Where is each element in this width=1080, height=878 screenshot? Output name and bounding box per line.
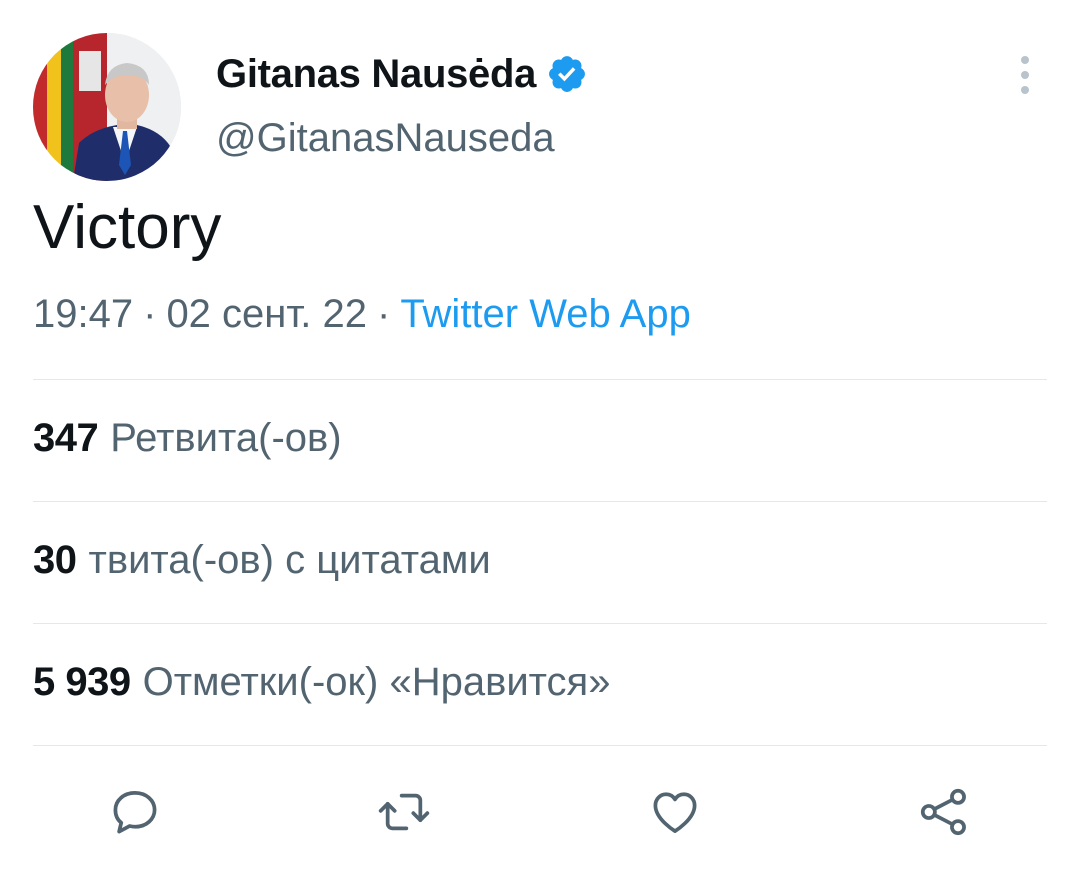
more-vertical-icon-dot (1021, 71, 1029, 79)
tweet-text: Victory (33, 193, 222, 262)
tweet-source-link[interactable]: Twitter Web App (400, 292, 691, 336)
verified-badge-icon (546, 53, 588, 95)
likes-label: Отметки(-ок) «Нравится» (142, 660, 611, 704)
quote-tweets-label: твита(-ов) с цитатами (88, 538, 491, 582)
meta-separator: · (376, 292, 391, 336)
tweet-detail: Gitanas Nausėda @GitanasNauseda Victory … (0, 0, 1080, 878)
author-name-row[interactable]: Gitanas Nausėda (216, 46, 588, 102)
retweets-stat[interactable]: 347 Ретвита(-ов) (33, 416, 342, 461)
meta-separator: · (143, 292, 157, 336)
reply-icon (113, 791, 157, 834)
share-button[interactable] (912, 780, 976, 844)
divider (33, 745, 1047, 746)
divider (33, 501, 1047, 502)
tweet-date[interactable]: 02 сент. 22 (166, 292, 367, 336)
author-handle[interactable]: @GitanasNauseda (216, 116, 555, 161)
like-button[interactable] (643, 780, 707, 844)
avatar[interactable] (33, 33, 181, 181)
quote-tweets-count: 30 (33, 538, 77, 582)
retweet-icon (378, 793, 430, 831)
likes-count: 5 939 (33, 660, 131, 704)
share-icon (920, 788, 966, 836)
more-options-button[interactable] (1008, 52, 1042, 98)
more-vertical-icon (1021, 56, 1029, 64)
divider (33, 379, 1047, 380)
author-display-name[interactable]: Gitanas Nausėda (216, 52, 536, 97)
divider (33, 623, 1047, 624)
retweets-label: Ретвита(-ов) (110, 416, 342, 460)
reply-button[interactable] (103, 780, 167, 844)
tweet-time[interactable]: 19:47 (33, 292, 133, 336)
likes-stat[interactable]: 5 939 Отметки(-ок) «Нравится» (33, 660, 610, 705)
quote-tweets-stat[interactable]: 30 твита(-ов) с цитатами (33, 538, 491, 583)
tweet-meta: 19:47 · 02 сент. 22 · Twitter Web App (33, 292, 691, 337)
retweets-count: 347 (33, 416, 99, 460)
retweet-button[interactable] (372, 780, 436, 844)
avatar-image (33, 33, 181, 181)
heart-icon (653, 792, 697, 833)
more-vertical-icon-dot (1021, 86, 1029, 94)
